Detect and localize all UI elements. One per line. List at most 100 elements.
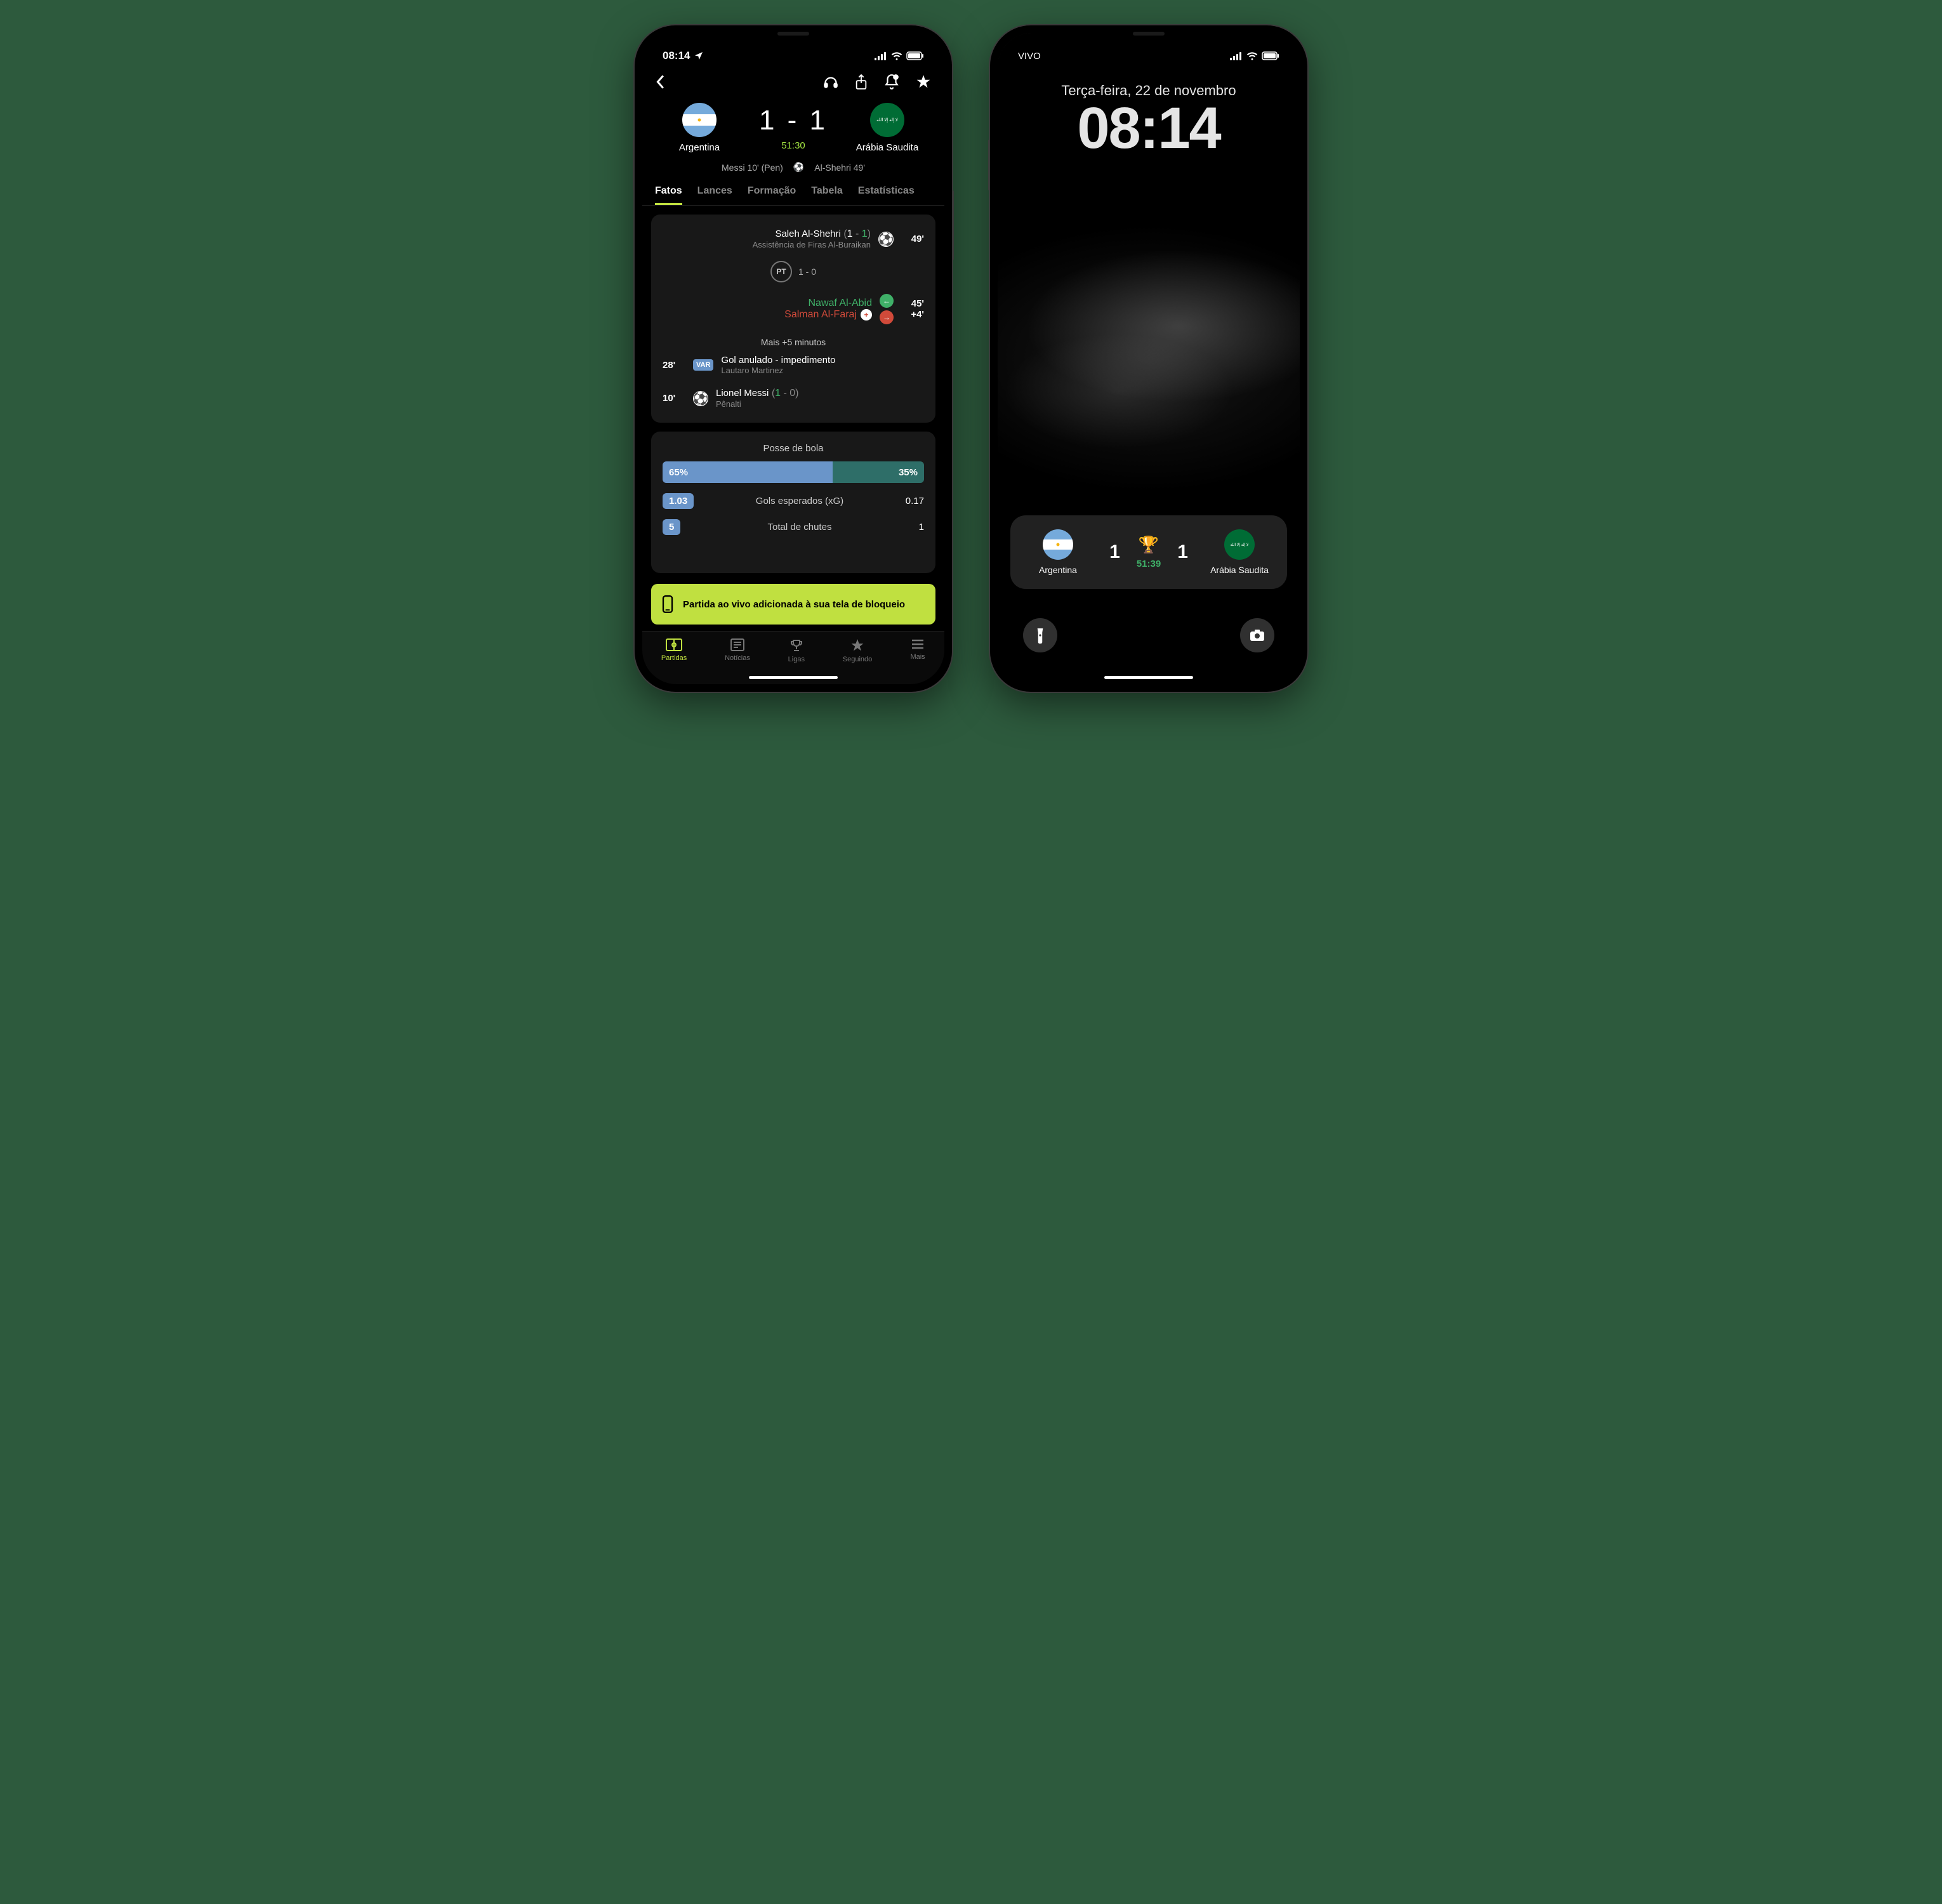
ball-icon: ⚽ (793, 162, 804, 173)
widget-home-name: Argentina (1039, 565, 1077, 575)
possession-away: 35% (833, 461, 924, 483)
share-icon[interactable] (854, 74, 868, 90)
timeline-card: Saleh Al-Shehri (1 - 1) Assistência de F… (651, 215, 935, 423)
location-icon (694, 51, 704, 61)
possession-home: 65% (663, 461, 833, 483)
ball-icon (693, 391, 708, 406)
wifi-icon (1246, 51, 1258, 60)
phone-left: 08:14 + Argentina (635, 25, 952, 692)
widget-away-team: لا إله إلا الله Arábia Saudita (1205, 529, 1274, 575)
goal-home-note: Pênalti (716, 399, 799, 409)
saudi-arabia-flag-icon: لا إله إلا الله (870, 103, 904, 137)
timeline-sub[interactable]: Nawaf Al-Abid Salman Al-Faraj + ← → 45' … (663, 291, 924, 327)
scorers-summary: Messi 10' (Pen) ⚽ Al-Shehri 49' (642, 155, 944, 179)
lock-time: 08:14 (998, 99, 1300, 157)
goal-away-player: Saleh Al-Shehri (775, 228, 840, 239)
halftime-badge: PT (770, 261, 792, 282)
score-display: 1 - 1 (759, 105, 828, 136)
nav-following[interactable]: Seguindo (843, 638, 873, 663)
timeline-goal-home[interactable]: 10' Lionel Messi (1 - 0) Pênalti (663, 385, 924, 411)
shots-label: Total de chutes (768, 522, 832, 532)
widget-home-team: Argentina (1023, 529, 1093, 575)
lock-screen: VIVO Terça-feira, 22 de novembro 08:14 A… (998, 33, 1300, 684)
match-tabs: Fatos Lances Formação Tabela Estatística… (642, 179, 944, 206)
possession-bar: 65% 35% (663, 461, 924, 483)
live-activity-widget[interactable]: Argentina 1 🏆 51:39 1 لا إله إلا الله Ar… (1010, 515, 1287, 589)
ball-icon (878, 232, 894, 247)
notch (743, 25, 844, 47)
widget-clock: 51:39 (1137, 559, 1161, 569)
home-team[interactable]: Argentina (661, 103, 737, 153)
halftime-score: 1 - 0 (798, 267, 816, 277)
stats-card: Posse de bola 65% 35% 1.03 Gols esperado… (651, 432, 935, 573)
widget-away-name: Arábia Saudita (1210, 565, 1269, 575)
shots-home: 5 (663, 519, 680, 535)
toast-text: Partida ao vivo adicionada à sua tela de… (683, 599, 905, 610)
sub-in-icon: ← (880, 294, 894, 308)
signal-icon (1230, 51, 1243, 60)
nav-matches[interactable]: Partidas (661, 638, 687, 662)
nav-more[interactable]: Mais (910, 638, 925, 661)
tab-stats[interactable]: Estatísticas (858, 185, 915, 205)
stat-shots-row: 5 Total de chutes 1 (663, 519, 924, 535)
home-indicator[interactable] (1104, 676, 1193, 679)
saudi-arabia-flag-icon: لا إله إلا الله (1224, 529, 1255, 560)
argentina-flag-icon (1043, 529, 1073, 560)
nav-news[interactable]: Notícias (725, 638, 750, 662)
var-title: Gol anulado - impedimento (721, 355, 835, 366)
phone-icon (661, 595, 674, 613)
var-badge: VAR (693, 359, 713, 371)
home-team-name: Argentina (679, 142, 720, 153)
widget-away-score: 1 (1177, 541, 1188, 563)
sub-out-player: Salman Al-Faraj (784, 309, 857, 321)
extra-time-label: Mais +5 minutos (663, 337, 924, 347)
signal-icon (875, 51, 887, 60)
tab-plays[interactable]: Lances (697, 185, 732, 205)
wifi-icon (891, 51, 902, 60)
back-button[interactable] (655, 74, 665, 89)
notch (1098, 25, 1199, 47)
scoreboard: Argentina 1 - 1 51:30 لا إله إلا الله Ar… (642, 96, 944, 155)
nav-news-label: Notícias (725, 654, 750, 662)
camera-button[interactable] (1240, 618, 1274, 652)
away-team[interactable]: لا إله إلا الله Arábia Saudita (849, 103, 925, 153)
audio-icon[interactable] (822, 74, 839, 90)
status-carrier: VIVO (1018, 51, 1041, 62)
timeline-var[interactable]: 28' VAR Gol anulado - impedimento Lautar… (663, 352, 924, 378)
status-time: 08:14 (663, 50, 690, 62)
flashlight-button[interactable] (1023, 618, 1057, 652)
match-clock: 51:30 (781, 140, 805, 151)
var-time: 28' (663, 360, 685, 371)
goal-away-time: 49' (901, 234, 924, 244)
away-team-name: Arábia Saudita (856, 142, 918, 153)
nav-more-label: Mais (910, 653, 925, 661)
lockscreen-toast[interactable]: Partida ao vivo adicionada à sua tela de… (651, 584, 935, 625)
bottom-nav: Partidas Notícias Ligas Seguindo Mais (642, 631, 944, 684)
svg-text:+: + (895, 76, 897, 81)
tab-lineup[interactable]: Formação (748, 185, 796, 205)
stat-xg-row: 1.03 Gols esperados (xG) 0.17 (663, 493, 924, 509)
timeline-goal-away[interactable]: Saleh Al-Shehri (1 - 1) Assistência de F… (663, 226, 924, 252)
nav-leagues-label: Ligas (788, 656, 805, 663)
tab-facts[interactable]: Fatos (655, 185, 682, 205)
scorers-away: Al-Shehri 49' (814, 162, 865, 173)
sub-out-icon: → (880, 310, 894, 324)
favorite-icon[interactable] (915, 74, 932, 90)
trophy-icon: 🏆 (1139, 535, 1159, 555)
goal-home-player: Lionel Messi (716, 388, 769, 399)
xg-home: 1.03 (663, 493, 694, 509)
notification-icon[interactable]: + (883, 74, 900, 90)
app-screen: 08:14 + Argentina (642, 33, 944, 684)
app-header: + (642, 67, 944, 96)
home-indicator[interactable] (749, 676, 838, 679)
var-player: Lautaro Martinez (721, 366, 835, 375)
battery-icon (1262, 51, 1279, 60)
scorers-home: Messi 10' (Pen) (722, 162, 783, 173)
phone-right: VIVO Terça-feira, 22 de novembro 08:14 A… (990, 25, 1307, 692)
tab-table[interactable]: Tabela (811, 185, 843, 205)
widget-home-score: 1 (1109, 541, 1120, 563)
xg-label: Gols esperados (xG) (756, 496, 843, 506)
injury-icon: + (861, 309, 872, 321)
possession-title: Posse de bola (663, 443, 924, 454)
nav-leagues[interactable]: Ligas (788, 638, 805, 663)
